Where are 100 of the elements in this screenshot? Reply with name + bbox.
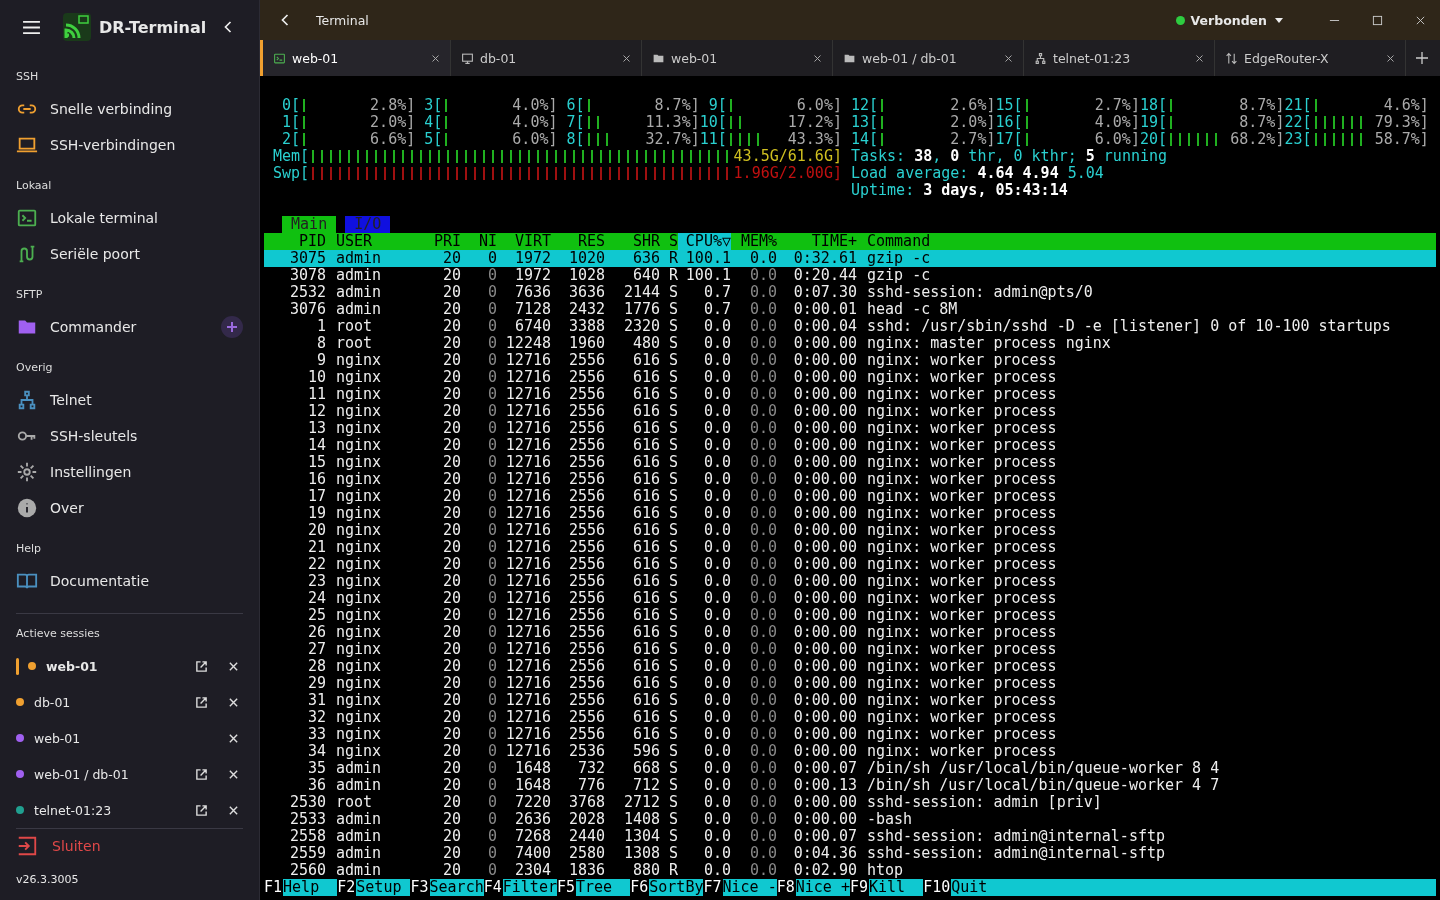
function-key-button[interactable]: Help <box>283 879 338 896</box>
process-row[interactable]: 17 nginx 20 0 12716 2556 616 S 0.0 0.0 0:00.00 nginx: worker process <box>264 488 1436 505</box>
nav-item[interactable]: Lokale terminal <box>16 200 243 236</box>
process-row[interactable]: 2559 admin 20 0 7400 2580 1308 S 0.0 0.0 0:04.36 sshd-session: admin@internal-sftp <box>264 845 1436 862</box>
process-row[interactable]: 35 admin 20 0 1648 732 668 S 0.0 0.0 0:00.07 /bin/sh /usr/local/bin/queue-worker 8 4 <box>264 760 1436 777</box>
section-label: SFTP <box>16 287 44 303</box>
nav-item[interactable]: Over <box>16 490 243 526</box>
process-row[interactable]: 31 nginx 20 0 12716 2556 616 S 0.0 0.0 0:00.00 nginx: worker process <box>264 692 1436 709</box>
process-row[interactable]: 24 nginx 20 0 12716 2556 616 S 0.0 0.0 0:00.00 nginx: worker process <box>264 590 1436 607</box>
process-row[interactable]: 3075 admin 20 0 1972 1020 636 R 100.1 0.0 0:32.61 gzip -c <box>264 250 1436 267</box>
process-row[interactable]: 9 nginx 20 0 12716 2556 616 S 0.0 0.0 0:00.00 nginx: worker process <box>264 352 1436 369</box>
nav-item[interactable]: Documentatie <box>16 563 243 599</box>
menu-icon[interactable] <box>22 19 41 35</box>
nav-item[interactable]: Seriële poort <box>16 236 243 272</box>
process-row[interactable]: 36 admin 20 0 1648 776 712 S 0.0 0.0 0:00.13 /bin/sh /usr/local/bin/queue-worker 4 7 <box>264 777 1436 794</box>
session-item[interactable]: db-01 <box>16 684 243 720</box>
column-header[interactable]: NI <box>461 233 497 250</box>
function-key-button[interactable]: SortBy <box>649 879 704 896</box>
nav-item[interactable]: SSH-verbindingen <box>16 127 243 163</box>
process-row[interactable]: 14 nginx 20 0 12716 2556 616 S 0.0 0.0 0:00.00 nginx: worker process <box>264 437 1436 454</box>
process-row[interactable]: 29 nginx 20 0 12716 2556 616 S 0.0 0.0 0:00.00 nginx: worker process <box>264 675 1436 692</box>
column-header[interactable]: PID <box>264 233 326 250</box>
process-row[interactable]: 16 nginx 20 0 12716 2556 616 S 0.0 0.0 0:00.00 nginx: worker process <box>264 471 1436 488</box>
close-icon[interactable] <box>431 53 440 63</box>
process-row[interactable]: 32 nginx 20 0 12716 2556 616 S 0.0 0.0 0:00.00 nginx: worker process <box>264 709 1436 726</box>
column-header[interactable]: SHR <box>605 233 660 250</box>
exit-button[interactable]: Sluiten <box>16 829 243 863</box>
process-row[interactable]: 2558 admin 20 0 7268 2440 1304 S 0.0 0.0 0:00.07 sshd-session: admin@internal-sftp <box>264 828 1436 845</box>
popout-icon[interactable] <box>195 695 208 709</box>
popout-icon[interactable] <box>195 803 208 817</box>
column-header[interactable]: VIRT <box>497 233 551 250</box>
session-item[interactable]: web-01 <box>16 648 243 684</box>
function-key-button[interactable]: Filter <box>502 879 557 896</box>
popout-icon[interactable] <box>195 659 208 673</box>
process-row[interactable]: 1 root 20 0 6740 3388 2320 S 0.0 0.0 0:00.04 sshd: /usr/sbin/sshd -D -e [listener] 0 of 10-100 startups <box>264 318 1436 335</box>
column-header[interactable]: PRI <box>419 233 461 250</box>
chevron-left-icon[interactable] <box>223 20 233 34</box>
process-row[interactable]: 2532 admin 20 0 7636 3636 2144 S 0.7 0.0 0:07.30 sshd-session: admin@pts/0 <box>264 284 1436 301</box>
column-header[interactable]: S <box>660 233 678 250</box>
add-tab-icon[interactable] <box>1416 52 1428 64</box>
back-icon[interactable] <box>280 13 290 27</box>
view-tab[interactable]: Main <box>282 216 337 233</box>
add-icon[interactable] <box>221 316 243 338</box>
session-item[interactable]: telnet-01:23 <box>16 792 243 828</box>
nav-item[interactable]: Commander <box>16 309 243 345</box>
function-key-button[interactable]: Kill <box>869 879 924 896</box>
cpu-label: 11[ <box>699 131 727 148</box>
process-row[interactable]: 10 nginx 20 0 12716 2556 616 S 0.0 0.0 0:00.00 nginx: worker process <box>264 369 1436 386</box>
process-row[interactable]: 23 nginx 20 0 12716 2556 616 S 0.0 0.0 0:00.00 nginx: worker process <box>264 573 1436 590</box>
process-row[interactable]: 27 nginx 20 0 12716 2556 616 S 0.0 0.0 0:00.00 nginx: worker process <box>264 641 1436 658</box>
nav-item[interactable]: Telnet <box>16 382 243 418</box>
process-row[interactable]: 12 nginx 20 0 12716 2556 616 S 0.0 0.0 0:00.00 nginx: worker process <box>264 403 1436 420</box>
process-row[interactable]: 34 nginx 20 0 12716 2536 596 S 0.0 0.0 0:00.00 nginx: worker process <box>264 743 1436 760</box>
process-row[interactable]: 15 nginx 20 0 12716 2556 616 S 0.0 0.0 0:00.00 nginx: worker process <box>264 454 1436 471</box>
process-row[interactable]: 21 nginx 20 0 12716 2556 616 S 0.0 0.0 0:00.00 nginx: worker process <box>264 539 1436 556</box>
function-key-button[interactable]: Tree <box>576 879 631 896</box>
function-key-button[interactable]: Nice + <box>795 879 850 896</box>
column-header[interactable]: MEM% <box>731 233 777 250</box>
close-icon[interactable] <box>1415 14 1426 26</box>
process-row[interactable]: 11 nginx 20 0 12716 2556 616 S 0.0 0.0 0:00.00 nginx: worker process <box>264 386 1436 403</box>
function-key-button[interactable]: Setup <box>356 879 411 896</box>
column-header[interactable]: CPU%▽ <box>678 233 731 250</box>
process-row[interactable]: 25 nginx 20 0 12716 2556 616 S 0.0 0.0 0:00.00 nginx: worker process <box>264 607 1436 624</box>
process-row[interactable]: 2533 admin 20 0 2636 2028 1408 S 0.0 0.0 0:00.00 -bash <box>264 811 1436 828</box>
popout-icon[interactable] <box>195 767 208 781</box>
process-row[interactable]: 26 nginx 20 0 12716 2556 616 S 0.0 0.0 0:00.00 nginx: worker process <box>264 624 1436 641</box>
column-header[interactable]: Command <box>857 233 1436 250</box>
nav-item[interactable]: Instellingen <box>16 454 243 490</box>
function-key-button[interactable]: Nice - <box>722 879 777 896</box>
process-row[interactable]: 2560 admin 20 0 2304 1836 880 R 0.0 0.0 0:02.90 htop <box>264 862 1436 879</box>
process-row[interactable]: 3076 admin 20 0 7128 2432 1776 S 0.7 0.0 0:00.01 head -c 8M <box>264 301 1436 318</box>
tab[interactable]: web-01 <box>260 40 451 76</box>
process-row[interactable]: 22 nginx 20 0 12716 2556 616 S 0.0 0.0 0:00.00 nginx: worker process <box>264 556 1436 573</box>
process-row[interactable]: 2530 root 20 0 7220 3768 2712 S 0.0 0.0 0:00.00 sshd-session: admin [priv] <box>264 794 1436 811</box>
function-key-label: F2 <box>337 879 357 896</box>
process-row[interactable]: 19 nginx 20 0 12716 2556 616 S 0.0 0.0 0:00.00 nginx: worker process <box>264 505 1436 522</box>
session-item[interactable]: web-01 / db-01 <box>16 756 243 792</box>
nav-item[interactable]: Snelle verbinding <box>16 91 243 127</box>
process-row[interactable]: 3078 admin 20 0 1972 1028 640 R 100.1 0.0 0:20.44 gzip -c <box>264 267 1436 284</box>
close-icon[interactable] <box>622 53 631 63</box>
function-key-button[interactable]: Search <box>429 879 484 896</box>
close-icon[interactable] <box>1004 53 1013 63</box>
process-row[interactable]: 13 nginx 20 0 12716 2556 616 S 0.0 0.0 0:00.00 nginx: worker process <box>264 420 1436 437</box>
close-icon[interactable] <box>813 53 822 63</box>
column-header[interactable]: USER <box>326 233 419 250</box>
process-row[interactable]: 33 nginx 20 0 12716 2556 616 S 0.0 0.0 0:00.00 nginx: worker process <box>264 726 1436 743</box>
column-header[interactable]: RES <box>551 233 605 250</box>
status-dropdown[interactable]: Verbonden <box>1175 12 1283 28</box>
cpu-reading: 17.2%] <box>787 114 842 131</box>
nav-item[interactable]: SSH-sleutels <box>16 418 243 454</box>
process-row[interactable]: 8 root 20 0 12248 1960 480 S 0.0 0.0 0:00.00 nginx: master process nginx <box>264 335 1436 352</box>
process-row[interactable]: 28 nginx 20 0 12716 2556 616 S 0.0 0.0 0:00.00 nginx: worker process <box>264 658 1436 675</box>
close-icon[interactable] <box>1386 53 1395 63</box>
maximize-icon[interactable] <box>1372 14 1383 26</box>
process-row[interactable]: 20 nginx 20 0 12716 2556 616 S 0.0 0.0 0:00.00 nginx: worker process <box>264 522 1436 539</box>
column-header[interactable]: TIME+ <box>777 233 857 250</box>
session-item[interactable]: web-01 <box>16 720 243 756</box>
function-key-button[interactable]: Quit <box>951 879 1436 896</box>
close-icon[interactable] <box>1195 53 1204 63</box>
cpu-label: 21[ <box>1284 97 1312 114</box>
